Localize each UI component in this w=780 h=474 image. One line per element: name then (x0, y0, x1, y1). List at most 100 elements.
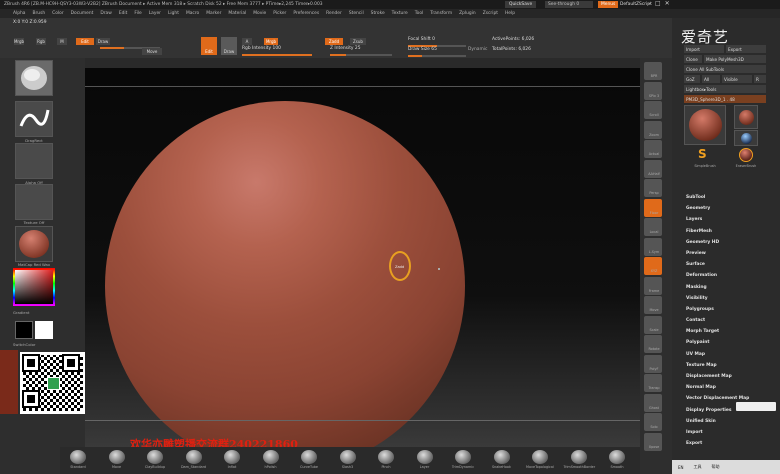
palette-menu-item[interactable]: Layers (686, 214, 749, 225)
brush-11-icon[interactable] (493, 450, 510, 464)
menu-item[interactable]: Texture (392, 11, 408, 16)
menu-item[interactable]: Light (168, 11, 179, 16)
brush-0-icon[interactable] (70, 450, 86, 464)
menu-item[interactable]: Picker (273, 11, 286, 16)
menu-item[interactable]: Document (71, 11, 94, 16)
menu-item[interactable]: Brush (32, 11, 45, 16)
palette-menu-item[interactable]: Normal Map (686, 382, 749, 393)
palette-menu-item[interactable]: Import (686, 427, 749, 438)
palette-menu-item[interactable]: Texture Map (686, 360, 749, 371)
brush-12-icon[interactable] (532, 450, 548, 464)
draw-big-button[interactable]: Draw (221, 37, 237, 55)
brush-13-icon[interactable] (570, 450, 587, 464)
zadd-button[interactable]: Zadd (325, 38, 343, 45)
taskbar-tools[interactable]: 工具 (694, 464, 702, 470)
menu-item[interactable]: Alpha (13, 11, 25, 16)
tool-thumb-alphabrush[interactable] (734, 130, 758, 146)
menu-item[interactable]: Render (326, 11, 342, 16)
mrgb-button[interactable]: Mrgb (14, 38, 24, 45)
mrgb-orange-button[interactable]: Mrgb (264, 38, 278, 45)
palette-menu-item[interactable]: UV Map (686, 349, 749, 360)
menu-item[interactable]: Stencil (349, 11, 364, 16)
menu-item[interactable]: File (134, 11, 141, 16)
edit-mode-button[interactable]: Edit (76, 38, 94, 45)
palette-menu-item[interactable]: FiberMesh (686, 226, 749, 237)
lightbox-tools-button[interactable]: Lightbox▸Tools (684, 85, 766, 93)
menu-item[interactable]: Transform (430, 11, 452, 16)
menu-item[interactable]: Movie (253, 11, 266, 16)
palette-menu-item[interactable]: Unified Skin (686, 416, 749, 427)
palette-menu-item[interactable]: Polygroups (686, 304, 749, 315)
palette-menu-item[interactable]: Deformation (686, 270, 749, 281)
palette-menu-item[interactable]: Preview (686, 248, 749, 259)
rgb-button[interactable]: Rgb (36, 38, 46, 45)
minimize-button[interactable]: – (648, 0, 651, 7)
menu-item[interactable]: Zscript (483, 11, 498, 16)
clone-button[interactable]: Clone (684, 55, 702, 63)
move-mode-button[interactable]: Move (142, 48, 162, 55)
palette-menu-item[interactable]: Contact (686, 315, 749, 326)
menus-button[interactable]: Menus (598, 1, 619, 8)
color-picker[interactable] (13, 268, 55, 306)
tool-thumb-sphere-small[interactable] (734, 105, 758, 129)
m-button[interactable]: M (57, 38, 67, 45)
palette-menu-item[interactable]: Polypaint (686, 337, 749, 348)
palette-menu-item[interactable]: Visibility (686, 293, 749, 304)
menu-item[interactable]: Help (505, 11, 515, 16)
goz-button[interactable]: GoZ (684, 75, 700, 83)
a-button[interactable]: A (242, 38, 252, 45)
maximize-button[interactable]: □ (655, 0, 661, 7)
brush-10-icon[interactable] (455, 450, 471, 464)
document-canvas[interactable]: Zadd (85, 68, 640, 471)
palette-menu-item[interactable]: Morph Target (686, 326, 749, 337)
menu-item[interactable]: Preferences (293, 11, 319, 16)
visible-button[interactable]: Visible (722, 75, 752, 83)
brush-8-icon[interactable] (378, 450, 394, 464)
dynamic-toggle[interactable]: Dynamic (468, 47, 488, 54)
brush-3-icon[interactable] (185, 450, 202, 464)
menu-item[interactable]: Edit (119, 11, 128, 16)
z-intensity-slider[interactable]: Z Intensity 25 (330, 46, 400, 56)
menu-item[interactable]: Zplugin (459, 11, 476, 16)
texture-selector[interactable] (15, 184, 53, 220)
secondary-color-swatch[interactable] (35, 321, 53, 339)
brush-1-icon[interactable] (108, 450, 125, 464)
palette-menu-item[interactable]: Displacement Map (686, 371, 749, 382)
menu-item[interactable]: Draw (100, 11, 111, 16)
brush-4-icon[interactable] (224, 450, 240, 464)
palette-menu-item[interactable]: SubTool (686, 192, 749, 203)
switch-color-label[interactable]: SwitchColor (13, 342, 51, 347)
palette-menu-item[interactable]: Surface (686, 259, 749, 270)
brush-6-icon[interactable] (301, 450, 317, 464)
main-color-swatch[interactable] (15, 321, 33, 339)
make-polymesh-button[interactable]: Make PolyMesh3D (704, 55, 766, 63)
alpha-selector[interactable] (15, 143, 53, 179)
menu-item[interactable]: Color (52, 11, 63, 16)
palette-menu-item[interactable]: Export (686, 438, 749, 449)
menu-item[interactable]: Tool (415, 11, 424, 16)
brush-14-icon[interactable] (609, 450, 625, 464)
menu-item[interactable]: Material (228, 11, 246, 16)
clone-all-subtools-button[interactable]: Clone All SubTools (684, 65, 766, 73)
all-button[interactable]: All (702, 75, 720, 83)
close-button[interactable]: ✕ (665, 0, 670, 7)
brush-7-icon[interactable] (339, 450, 356, 464)
quicksave-button[interactable]: QuickSave (505, 1, 537, 8)
r-button[interactable]: R (754, 75, 766, 83)
see-through-slider[interactable]: See-through 0 (545, 1, 593, 8)
taskbar-lang[interactable]: EN (678, 465, 684, 470)
sculpt-sphere[interactable] (105, 101, 465, 471)
palette-menu-item[interactable]: Geometry HD (686, 237, 749, 248)
import-button[interactable]: Import (684, 45, 724, 53)
rgb-slider[interactable] (100, 39, 160, 49)
brush-5-icon[interactable] (262, 450, 279, 464)
taskbar-help[interactable]: 帮助 (712, 464, 720, 470)
zsub-button[interactable]: Zsub (350, 38, 366, 45)
menu-item[interactable]: Stroke (371, 11, 385, 16)
menu-item[interactable]: Macro (186, 11, 199, 16)
brush-2-icon[interactable] (147, 450, 163, 464)
edit-big-button[interactable]: Edit (201, 37, 217, 55)
menu-item[interactable]: Layer (149, 11, 161, 16)
palette-menu-item[interactable]: Geometry (686, 203, 749, 214)
stroke-selector[interactable] (15, 101, 53, 137)
